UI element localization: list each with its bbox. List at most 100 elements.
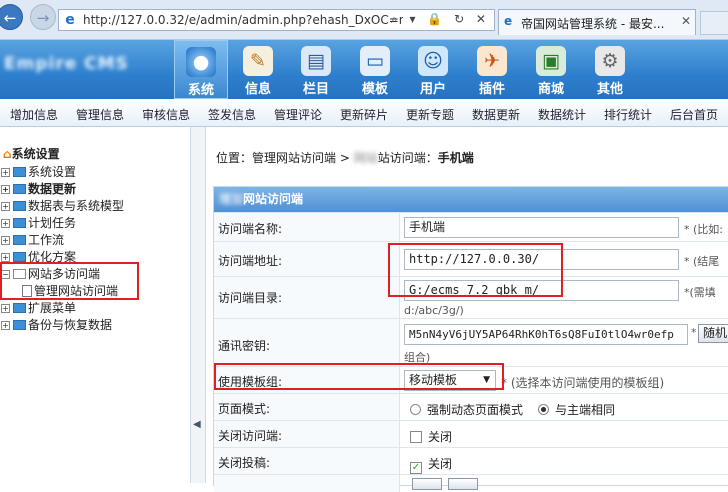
folder-icon	[13, 201, 26, 211]
menu-item[interactable]: 后台首页	[670, 106, 718, 123]
mode-radio-same[interactable]: 与主端相同	[538, 401, 615, 418]
sidebar-splitter[interactable]: ◀	[190, 127, 206, 483]
folder-icon	[13, 235, 26, 245]
quick-menu: 增加信息 管理信息 审核信息 签发信息 管理评论 更新碎片 更新专题 数据更新 …	[0, 99, 728, 127]
mode-radio-dynamic[interactable]: 强制动态页面模式	[410, 401, 523, 418]
address-text[interactable]: http://127.0.0.32/e/admin/admin.php?ehas…	[83, 13, 403, 27]
home-icon: ⌂	[3, 147, 12, 161]
breadcrumb-link[interactable]: 管理网站访问端	[252, 151, 336, 165]
expand-icon[interactable]: +	[1, 202, 10, 211]
columns-icon: ▤	[301, 46, 331, 76]
module-label: 插件	[478, 82, 505, 97]
form-row: 访问端名称: 手机端 * (比如:	[214, 212, 728, 241]
form-row: 关闭投稿: ✓ 关闭	[214, 447, 728, 474]
breadcrumb: 位置：管理网站访问端 > 网站站访问端：手机端	[216, 151, 474, 165]
forward-button[interactable]: →	[30, 4, 56, 30]
submit-button[interactable]	[412, 478, 442, 490]
radio-selected-icon[interactable]	[538, 404, 549, 415]
close-post-checkbox[interactable]: ✓ 关闭	[410, 455, 452, 474]
close-access-checkbox[interactable]: 关闭	[410, 428, 452, 445]
tree-item[interactable]: + 数据更新	[1, 181, 76, 197]
module-system[interactable]: ● 系统	[174, 40, 228, 99]
tab-title: 帝国网站管理系统 - 最安...	[521, 17, 665, 31]
checkbox-icon[interactable]	[410, 431, 422, 443]
logo: Empire CMS	[4, 54, 129, 74]
menu-item[interactable]: 数据更新	[472, 106, 520, 123]
expand-icon[interactable]: +	[1, 253, 10, 262]
folder-icon	[13, 303, 26, 313]
folder-icon	[13, 184, 26, 194]
form-panel: 增加网站访问端 访问端名称: 手机端 * (比如: 访问端地址: http://…	[213, 186, 728, 492]
tree-item[interactable]: + 计划任务	[1, 215, 76, 231]
form-row: 通讯密钥: M5nN4yV6jUY5AP64RhK0hT6sQ8FuI0tlO4…	[214, 318, 728, 366]
name-input[interactable]: 手机端	[404, 217, 679, 238]
back-button[interactable]: ←	[0, 4, 23, 30]
expand-icon[interactable]: +	[1, 304, 10, 313]
radio-icon[interactable]	[410, 404, 421, 415]
menu-item[interactable]: 更新碎片	[340, 106, 388, 123]
menu-item[interactable]: 增加信息	[10, 106, 58, 123]
form-row	[214, 474, 728, 490]
ie-tab-icon: e	[504, 14, 513, 28]
plane-icon: ✈	[477, 46, 507, 76]
module-plugin[interactable]: ✈ 插件	[465, 40, 519, 99]
highlight-box	[214, 363, 504, 390]
new-tab-button[interactable]	[700, 11, 728, 35]
module-label: 其他	[596, 82, 623, 97]
tree-item[interactable]: + 备份与恢复数据	[1, 317, 112, 333]
menu-item[interactable]: 管理评论	[274, 106, 322, 123]
highlight-box	[388, 243, 563, 297]
menu-item[interactable]: 管理信息	[76, 106, 124, 123]
form-row: 关闭访问端: 关闭	[214, 420, 728, 447]
folder-icon	[13, 320, 26, 330]
window-icon: ▭	[360, 46, 390, 76]
random-key-button[interactable]: 随机	[698, 324, 728, 343]
module-other[interactable]: ⚙ 其他	[583, 40, 637, 99]
expand-icon[interactable]: +	[1, 236, 10, 245]
module-info[interactable]: ✎ 信息	[231, 40, 285, 99]
reset-button[interactable]	[448, 478, 478, 490]
tree-item[interactable]: + 系统设置	[1, 164, 76, 180]
main-content: 位置：管理网站访问端 > 网站站访问端：手机端 增加网站访问端 访问端名称: 手…	[206, 127, 728, 492]
menu-item[interactable]: 数据统计	[538, 106, 586, 123]
folder-icon	[13, 252, 26, 262]
module-label: 信息	[244, 82, 271, 97]
module-column[interactable]: ▤ 栏目	[289, 40, 343, 99]
menu-item[interactable]: 审核信息	[142, 106, 190, 123]
tree-item[interactable]: + 扩展菜单	[1, 300, 76, 316]
close-tab-icon[interactable]: ✕	[681, 14, 691, 28]
user-icon: ☺	[418, 46, 448, 76]
tree-item[interactable]: + 工作流	[1, 232, 64, 248]
menu-item[interactable]: 排行统计	[604, 106, 652, 123]
module-label: 模板	[361, 82, 388, 97]
highlight-box	[0, 262, 139, 300]
expand-icon[interactable]: +	[1, 219, 10, 228]
module-label: 栏目	[302, 82, 329, 97]
module-template[interactable]: ▭ 模板	[348, 40, 402, 99]
gear-icon: ⚙	[595, 46, 625, 76]
ie-icon: e	[65, 12, 75, 28]
address-bar[interactable]: e http://127.0.0.32/e/admin/admin.php?eh…	[58, 9, 495, 31]
module-shop[interactable]: ▣ 商城	[524, 40, 578, 99]
app-header: Empire CMS ● 系统 ✎ 信息 ▤ 栏目 ▭ 模板 ☺ 用户 ✈ 插件…	[0, 40, 728, 99]
expand-icon[interactable]: +	[1, 185, 10, 194]
menu-item[interactable]: 更新专题	[406, 106, 454, 123]
browser-tab[interactable]: e 帝国网站管理系统 - 最安... ✕	[498, 9, 696, 35]
address-tools[interactable]: ⌕ ▾ 🔒 ↻ ✕	[391, 12, 490, 27]
key-input[interactable]: M5nN4yV6jUY5AP64RhK0hT6sQ8FuI0tlO4wr0efp	[404, 324, 688, 345]
folder-icon	[13, 167, 26, 177]
sidebar-title: ⌂系统设置	[3, 147, 60, 161]
expand-icon[interactable]: +	[1, 321, 10, 330]
browser-toolbar: ← → e http://127.0.0.32/e/admin/admin.ph…	[0, 0, 728, 40]
sidebar: ⌂系统设置 + 系统设置 + 数据更新 + 数据表与系统模型 + 计划任务 + 工作流 +…	[0, 127, 190, 483]
menu-item[interactable]: 签发信息	[208, 106, 256, 123]
module-user[interactable]: ☺ 用户	[406, 40, 460, 99]
checkbox-checked-icon[interactable]: ✓	[410, 462, 422, 474]
pencil-icon: ✎	[243, 46, 273, 76]
expand-icon[interactable]: +	[1, 168, 10, 177]
form-title: 增加网站访问端	[214, 187, 728, 212]
collapse-arrow-icon[interactable]: ◀	[193, 419, 201, 430]
module-label: 系统	[187, 83, 214, 98]
tree-item[interactable]: + 数据表与系统模型	[1, 198, 124, 214]
module-label: 用户	[419, 82, 446, 97]
